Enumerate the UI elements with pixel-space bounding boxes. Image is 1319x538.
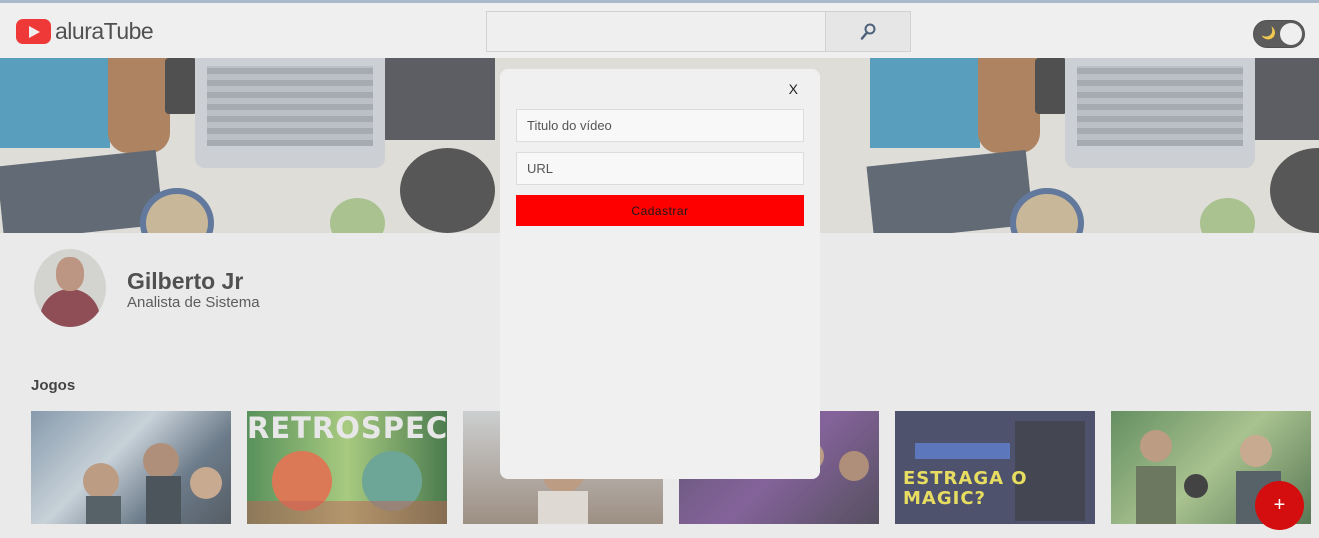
register-video-modal: X Cadastrar xyxy=(500,69,820,479)
submit-button[interactable]: Cadastrar xyxy=(516,195,804,226)
close-button[interactable]: X xyxy=(789,81,798,97)
video-title-input[interactable] xyxy=(516,109,804,142)
video-url-input[interactable] xyxy=(516,152,804,185)
add-video-button[interactable]: + xyxy=(1255,481,1304,530)
